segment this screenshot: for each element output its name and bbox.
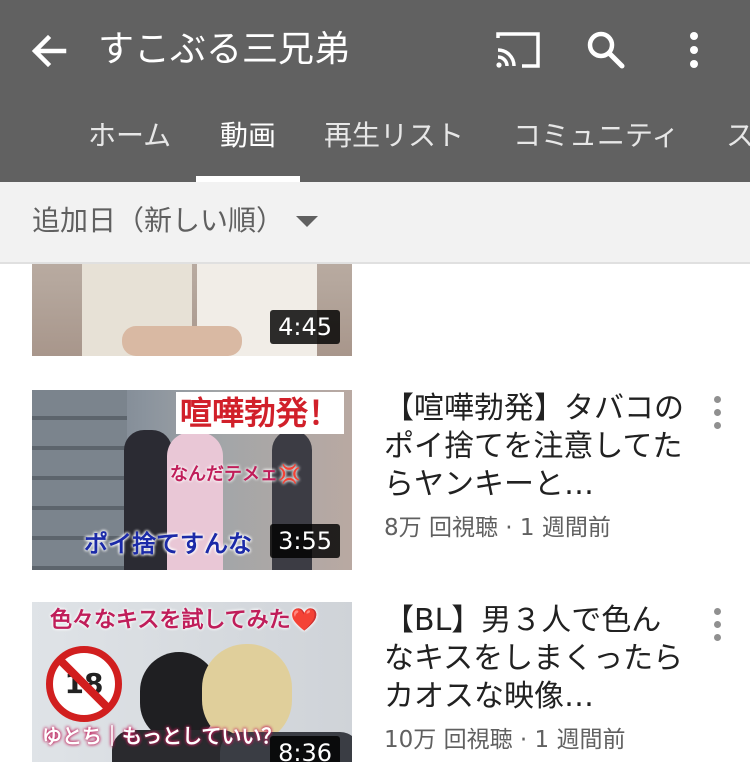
- video-thumbnail[interactable]: 色々なキスを試してみた❤️ 18 ゆとち｜もっとしていい？ 8:36: [32, 602, 352, 762]
- more-options-button[interactable]: [670, 26, 718, 74]
- video-list: 4:45 喧嘩勃発！ なんだテメェ💢 ポイ捨てすんな 3:55 【喧嘩勃発】タバ…: [0, 264, 750, 762]
- sort-bar[interactable]: 追加日（新しい順）: [0, 182, 750, 264]
- channel-tabs: ホーム 動画 再生リスト コミュニティ ス: [0, 100, 750, 182]
- video-thumbnail[interactable]: 喧嘩勃発！ なんだテメェ💢 ポイ捨てすんな 3:55: [32, 390, 352, 570]
- video-duration: 4:45: [270, 310, 340, 344]
- thumb-caption: なんだテメェ💢: [170, 464, 301, 485]
- tab-community[interactable]: コミュニティ: [513, 100, 679, 182]
- more-vert-icon: [714, 396, 721, 403]
- more-vert-icon: [690, 32, 698, 68]
- thumb-hands: [122, 326, 242, 356]
- video-title[interactable]: 【BL】男３人で色んなキスをしまくったらカオスな映像…: [384, 602, 684, 716]
- thumb-caption: 色々なキスを試してみた❤️: [50, 608, 319, 633]
- age-restriction-icon: 18: [46, 646, 122, 722]
- cast-icon: [496, 32, 540, 68]
- video-menu-button[interactable]: [708, 606, 728, 646]
- thumb-caption: ゆとち｜もっとしていい？: [42, 724, 282, 748]
- sort-label: 追加日（新しい順）: [32, 204, 285, 237]
- app-bar: すこぶる三兄弟: [0, 0, 750, 100]
- more-vert-icon: [714, 608, 721, 615]
- thumb-caption: 喧嘩勃発！: [175, 392, 344, 434]
- menu-dot: [714, 422, 721, 429]
- thumb-caption: ポイ捨てすんな: [84, 530, 252, 558]
- search-icon: [587, 31, 625, 69]
- video-title[interactable]: 【喧嘩勃発】タバコのポイ捨てを注意してたらヤンキーと…: [384, 390, 684, 504]
- video-menu-button[interactable]: [708, 394, 728, 434]
- video-meta: 8万 回視聴 · 1 週間前: [384, 515, 611, 541]
- arrow-left-icon: [31, 34, 67, 68]
- search-button[interactable]: [582, 26, 630, 74]
- caret-down-icon: [296, 216, 318, 227]
- menu-dot: [714, 634, 721, 641]
- channel-title: すこぶる三兄弟: [98, 29, 351, 70]
- video-thumbnail[interactable]: 4:45: [32, 264, 352, 356]
- video-duration: 8:36: [270, 736, 340, 762]
- back-button[interactable]: [24, 26, 74, 76]
- menu-dot: [714, 621, 721, 628]
- tab-partial[interactable]: ス: [726, 100, 750, 182]
- video-duration: 3:55: [270, 524, 340, 558]
- tab-home[interactable]: ホーム: [88, 100, 171, 182]
- tab-playlists[interactable]: 再生リスト: [324, 100, 464, 182]
- menu-dot: [714, 409, 721, 416]
- cast-button[interactable]: [492, 28, 544, 72]
- tab-videos[interactable]: 動画: [220, 100, 276, 182]
- video-meta: 10万 回視聴 · 1 週間前: [384, 727, 626, 753]
